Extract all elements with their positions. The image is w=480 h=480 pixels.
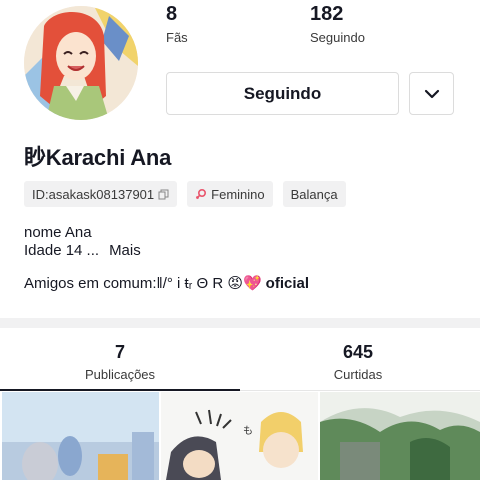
fans-label: Fãs	[166, 30, 188, 45]
profile-tags: ID:asakask08137901 Feminino Balança	[24, 181, 346, 207]
active-tab-indicator	[0, 389, 240, 391]
bio-more-link[interactable]: Mais	[109, 242, 141, 259]
following-label: Seguindo	[310, 30, 365, 45]
tab-divider	[240, 390, 480, 391]
gender-tag-text: Feminino	[211, 186, 265, 202]
more-options-button[interactable]	[409, 72, 454, 115]
tab-posts[interactable]: 7 Publicações	[40, 342, 200, 382]
post-thumbnail[interactable]: も	[161, 392, 318, 480]
posts-count: 7	[114, 342, 125, 362]
copy-icon	[158, 189, 169, 199]
display-name: 眇Karachi Ana	[24, 145, 172, 170]
following-count: 182	[310, 3, 344, 25]
bio-line-2: Idade 14 ...	[24, 242, 100, 259]
mutual-friends-name: oficial	[265, 274, 310, 292]
id-tag-text: ID:asakask08137901	[32, 186, 155, 202]
bio-line-1: nome Ana	[24, 224, 92, 241]
avatar-image	[24, 6, 138, 120]
female-symbol-icon	[196, 188, 207, 200]
mutual-friends-text: Amigos em comum:ǁ/° i ŧᵣ Θ R 😡💖	[24, 275, 262, 292]
avatar[interactable]	[24, 6, 138, 120]
id-tag[interactable]: ID:asakask08137901	[24, 181, 178, 207]
tab-likes[interactable]: 645 Curtidas	[278, 342, 438, 382]
following-button[interactable]: Seguindo	[166, 72, 399, 115]
post-thumbnail-image: も	[161, 392, 318, 480]
bio: nome Ana Idade 14 ... Mais	[24, 224, 141, 260]
following-stat[interactable]: 182 Seguindo	[310, 2, 365, 45]
posts-label: Publicações	[84, 367, 156, 382]
chevron-down-icon	[424, 89, 439, 98]
post-thumbnail-image	[2, 392, 159, 480]
gender-tag: Feminino	[187, 181, 273, 207]
fans-stat[interactable]: 8 Fãs	[166, 2, 188, 45]
zodiac-tag: Balança	[282, 181, 346, 207]
post-thumbnail[interactable]	[320, 392, 480, 480]
zodiac-tag-text: Balança	[290, 186, 338, 202]
mutual-friends[interactable]: Amigos em comum:ǁ/° i ŧᵣ Θ R 😡💖 oficial	[24, 274, 310, 293]
likes-count: 645	[342, 342, 374, 362]
fans-count: 8	[166, 3, 178, 25]
section-divider	[0, 318, 480, 328]
post-thumbnail-image	[320, 392, 480, 480]
likes-label: Curtidas	[333, 367, 383, 382]
svg-text:も: も	[243, 425, 253, 437]
post-thumbnail[interactable]	[2, 392, 159, 480]
